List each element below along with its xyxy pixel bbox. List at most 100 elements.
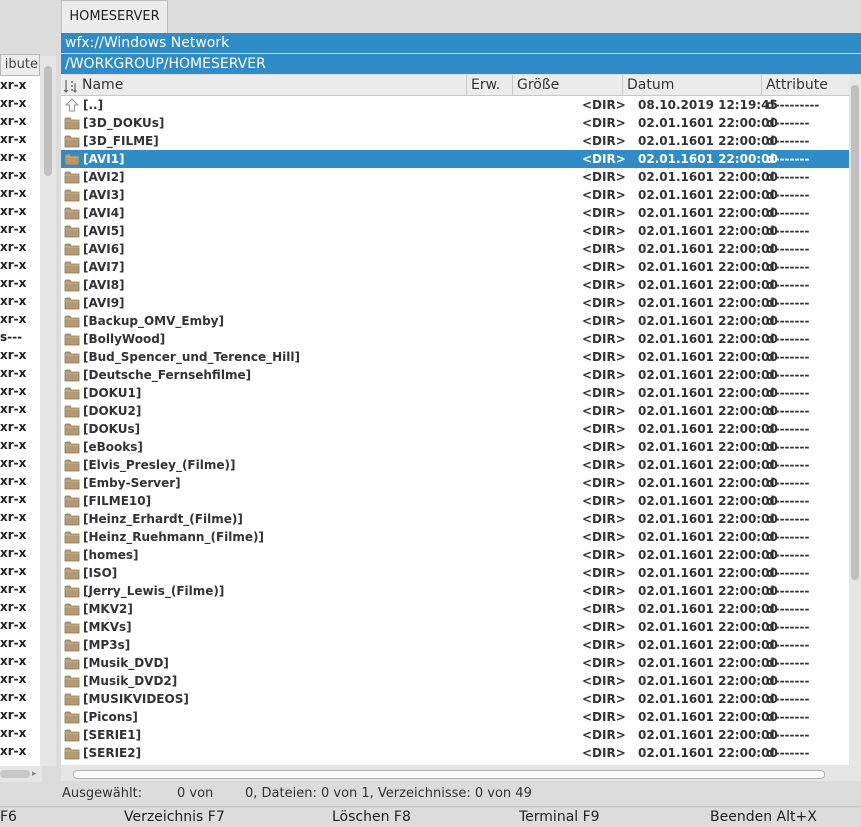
file-row[interactable]: [3D_DOKUs] <DIR> 02.01.1601 22:00:00 d-----…	[61, 114, 849, 132]
left-list-item[interactable]: xr-x	[0, 724, 40, 742]
file-row[interactable]: [Heinz_Ruehmann_(Filme)] <DIR> 02.01.1601 …	[61, 528, 849, 546]
left-list-item[interactable]: xr-x	[0, 742, 40, 760]
file-row[interactable]: [Deutsche_Fernsehfilme] <DIR> 02.01.1601 2…	[61, 366, 849, 384]
file-row[interactable]: [AVI1] <DIR> 02.01.1601 22:00:00 d-------	[61, 150, 849, 168]
horizontal-scroll-thumb[interactable]	[73, 770, 825, 779]
file-row[interactable]: [Bud_Spencer_und_Terence_Hill] <DIR> 02.01…	[61, 348, 849, 366]
left-file-list[interactable]: xr-x xr-x xr-x xr-x xr-x xr-x xr-x xr-x xr-x xr-x…	[0, 76, 40, 766]
fkey-f6[interactable]: F6	[0, 807, 17, 827]
file-row[interactable]: [AVI8] <DIR> 02.01.1601 22:00:00 d-------	[61, 276, 849, 294]
left-list-item[interactable]: xr-x	[0, 202, 40, 220]
left-list-item[interactable]: xr-x	[0, 184, 40, 202]
file-row[interactable]: [Backup_OMV_Emby] <DIR> 02.01.1601 22:00:0…	[61, 312, 849, 330]
left-list-item[interactable]: s---	[0, 328, 40, 346]
file-row[interactable]: [Emby-Server] <DIR> 02.01.1601 22:00:00 d--…	[61, 474, 849, 492]
vertical-scrollbar[interactable]	[849, 75, 861, 781]
left-list-item[interactable]: xr-x	[0, 634, 40, 652]
file-row[interactable]: [..] <DIR> 08.10.2019 12:19:45 d---------	[61, 96, 849, 114]
left-list-item[interactable]: xr-x	[0, 382, 40, 400]
left-list-item[interactable]: xr-x	[0, 112, 40, 130]
file-row[interactable]: [eBooks] <DIR> 02.01.1601 22:00:00 d-------	[61, 438, 849, 456]
left-attribute-header[interactable]: ibute	[0, 54, 40, 76]
column-date[interactable]: Datum	[623, 75, 762, 95]
fkey-quit-altx[interactable]: Beenden Alt+X	[710, 807, 817, 827]
file-row[interactable]: [AVI3] <DIR> 02.01.1601 22:00:00 d-------	[61, 186, 849, 204]
file-row[interactable]: [SERIE1] <DIR> 02.01.1601 22:00:00 d-------	[61, 726, 849, 744]
horizontal-scrollbar[interactable]	[61, 765, 849, 781]
file-row[interactable]: [MP3s] <DIR> 02.01.1601 22:00:00 d-------	[61, 636, 849, 654]
left-list-item[interactable]: xr-x	[0, 238, 40, 256]
left-list-item[interactable]: xr-x	[0, 76, 40, 94]
left-list-item[interactable]: xr-x	[0, 94, 40, 112]
file-row[interactable]: [homes] <DIR> 02.01.1601 22:00:00 d-------	[61, 546, 849, 564]
left-list-item[interactable]: xr-x	[0, 220, 40, 238]
left-list-item[interactable]: xr-x	[0, 526, 40, 544]
left-list-item[interactable]: xr-x	[0, 454, 40, 472]
left-list-item[interactable]: xr-x	[0, 652, 40, 670]
file-row[interactable]: [BollyWood] <DIR> 02.01.1601 22:00:00 d----…	[61, 330, 849, 348]
left-list-item[interactable]: xr-x	[0, 148, 40, 166]
current-path-bar[interactable]: /WORKGROUP/HOMESERVER	[61, 54, 861, 74]
left-list-item[interactable]: xr-x	[0, 544, 40, 562]
file-row[interactable]: [AVI4] <DIR> 02.01.1601 22:00:00 d-------	[61, 204, 849, 222]
file-row[interactable]: [MKV2] <DIR> 02.01.1601 22:00:00 d-------	[61, 600, 849, 618]
left-list-item[interactable]: xr-x	[0, 346, 40, 364]
left-list-item[interactable]: xr-x	[0, 580, 40, 598]
file-row[interactable]: [DOKU2] <DIR> 02.01.1601 22:00:00 d-------	[61, 402, 849, 420]
left-list-item[interactable]: xr-x	[0, 256, 40, 274]
file-row[interactable]: [Musik_DVD2] <DIR> 02.01.1601 22:00:00 d---…	[61, 672, 849, 690]
left-list-item[interactable]: xr-x	[0, 274, 40, 292]
left-horizontal-scrollbar[interactable]: ▸	[0, 766, 42, 782]
file-row[interactable]: [FILME10] <DIR> 02.01.1601 22:00:00 d------…	[61, 492, 849, 510]
file-row[interactable]: [AVI9] <DIR> 02.01.1601 22:00:00 d-------	[61, 294, 849, 312]
file-row[interactable]: [ISO] <DIR> 02.01.1601 22:00:00 d-------	[61, 564, 849, 582]
left-vertical-scroll-thumb[interactable]	[44, 66, 52, 176]
left-horizontal-scroll-thumb[interactable]	[0, 770, 30, 778]
column-name[interactable]: Name	[61, 75, 467, 95]
left-list-item[interactable]: xr-x	[0, 670, 40, 688]
left-list-item[interactable]: xr-x	[0, 706, 40, 724]
file-row[interactable]: [Picons] <DIR> 02.01.1601 22:00:00 d-------	[61, 708, 849, 726]
left-list-item[interactable]: xr-x	[0, 472, 40, 490]
fkey-terminal-f9[interactable]: Terminal F9	[519, 807, 600, 827]
file-row[interactable]: [AVI2] <DIR> 02.01.1601 22:00:00 d-------	[61, 168, 849, 186]
file-row[interactable]: [AVI7] <DIR> 02.01.1601 22:00:00 d-------	[61, 258, 849, 276]
file-row[interactable]: [Jerry_Lewis_(Filme)] <DIR> 02.01.1601 22:…	[61, 582, 849, 600]
left-list-item[interactable]: xr-x	[0, 688, 40, 706]
file-row[interactable]: [DOKUs] <DIR> 02.01.1601 22:00:00 d-------	[61, 420, 849, 438]
left-list-item[interactable]: xr-x	[0, 364, 40, 382]
column-size[interactable]: Größe	[513, 75, 623, 95]
left-list-item[interactable]: xr-x	[0, 436, 40, 454]
scroll-right-arrow-icon[interactable]: ▸	[32, 766, 37, 782]
file-row[interactable]: [AVI5] <DIR> 02.01.1601 22:00:00 d-------	[61, 222, 849, 240]
left-list-item[interactable]: xr-x	[0, 130, 40, 148]
file-row[interactable]: [DOKU1] <DIR> 02.01.1601 22:00:00 d-------	[61, 384, 849, 402]
left-list-item[interactable]: xr-x	[0, 490, 40, 508]
left-list-item[interactable]: xr-x	[0, 508, 40, 526]
file-row[interactable]: [MUSIKVIDEOS] <DIR> 02.01.1601 22:00:00 d--…	[61, 690, 849, 708]
left-list-item[interactable]: xr-x	[0, 418, 40, 436]
file-row[interactable]: [MKVs] <DIR> 02.01.1601 22:00:00 d-------	[61, 618, 849, 636]
left-list-item[interactable]: xr-x	[0, 400, 40, 418]
left-list-item[interactable]: xr-x	[0, 616, 40, 634]
vertical-scroll-thumb[interactable]	[851, 85, 859, 580]
left-list-item[interactable]: xr-x	[0, 562, 40, 580]
left-list-item[interactable]: xr-x	[0, 598, 40, 616]
left-list-item[interactable]: xr-x	[0, 292, 40, 310]
file-list[interactable]: [..] <DIR> 08.10.2019 12:19:45 d--------- [3…	[61, 96, 849, 765]
column-ext[interactable]: Erw.	[467, 75, 513, 95]
file-row[interactable]: [AVI6] <DIR> 02.01.1601 22:00:00 d-------	[61, 240, 849, 258]
left-vertical-scrollbar[interactable]	[40, 56, 56, 766]
left-list-item[interactable]: xr-x	[0, 166, 40, 184]
fkey-mkdir-f7[interactable]: Verzeichnis F7	[124, 807, 225, 827]
fkey-delete-f8[interactable]: Löschen F8	[332, 807, 411, 827]
file-row[interactable]: [SERIE2] <DIR> 02.01.1601 22:00:00 d-------	[61, 744, 849, 762]
left-list-item[interactable]: xr-x	[0, 310, 40, 328]
file-row[interactable]: [Elvis_Presley_(Filme)] <DIR> 02.01.1601 2…	[61, 456, 849, 474]
column-attributes[interactable]: Attribute	[762, 75, 849, 95]
file-row[interactable]: [Musik_DVD] <DIR> 02.01.1601 22:00:00 d----…	[61, 654, 849, 672]
file-row[interactable]: [3D_FILME] <DIR> 02.01.1601 22:00:00 d-----…	[61, 132, 849, 150]
network-path-bar[interactable]: wfx://Windows Network	[61, 33, 861, 53]
tab-homeserver[interactable]: HOMESERVER	[61, 0, 168, 33]
file-row[interactable]: [Heinz_Erhardt_(Filme)] <DIR> 02.01.1601 2…	[61, 510, 849, 528]
